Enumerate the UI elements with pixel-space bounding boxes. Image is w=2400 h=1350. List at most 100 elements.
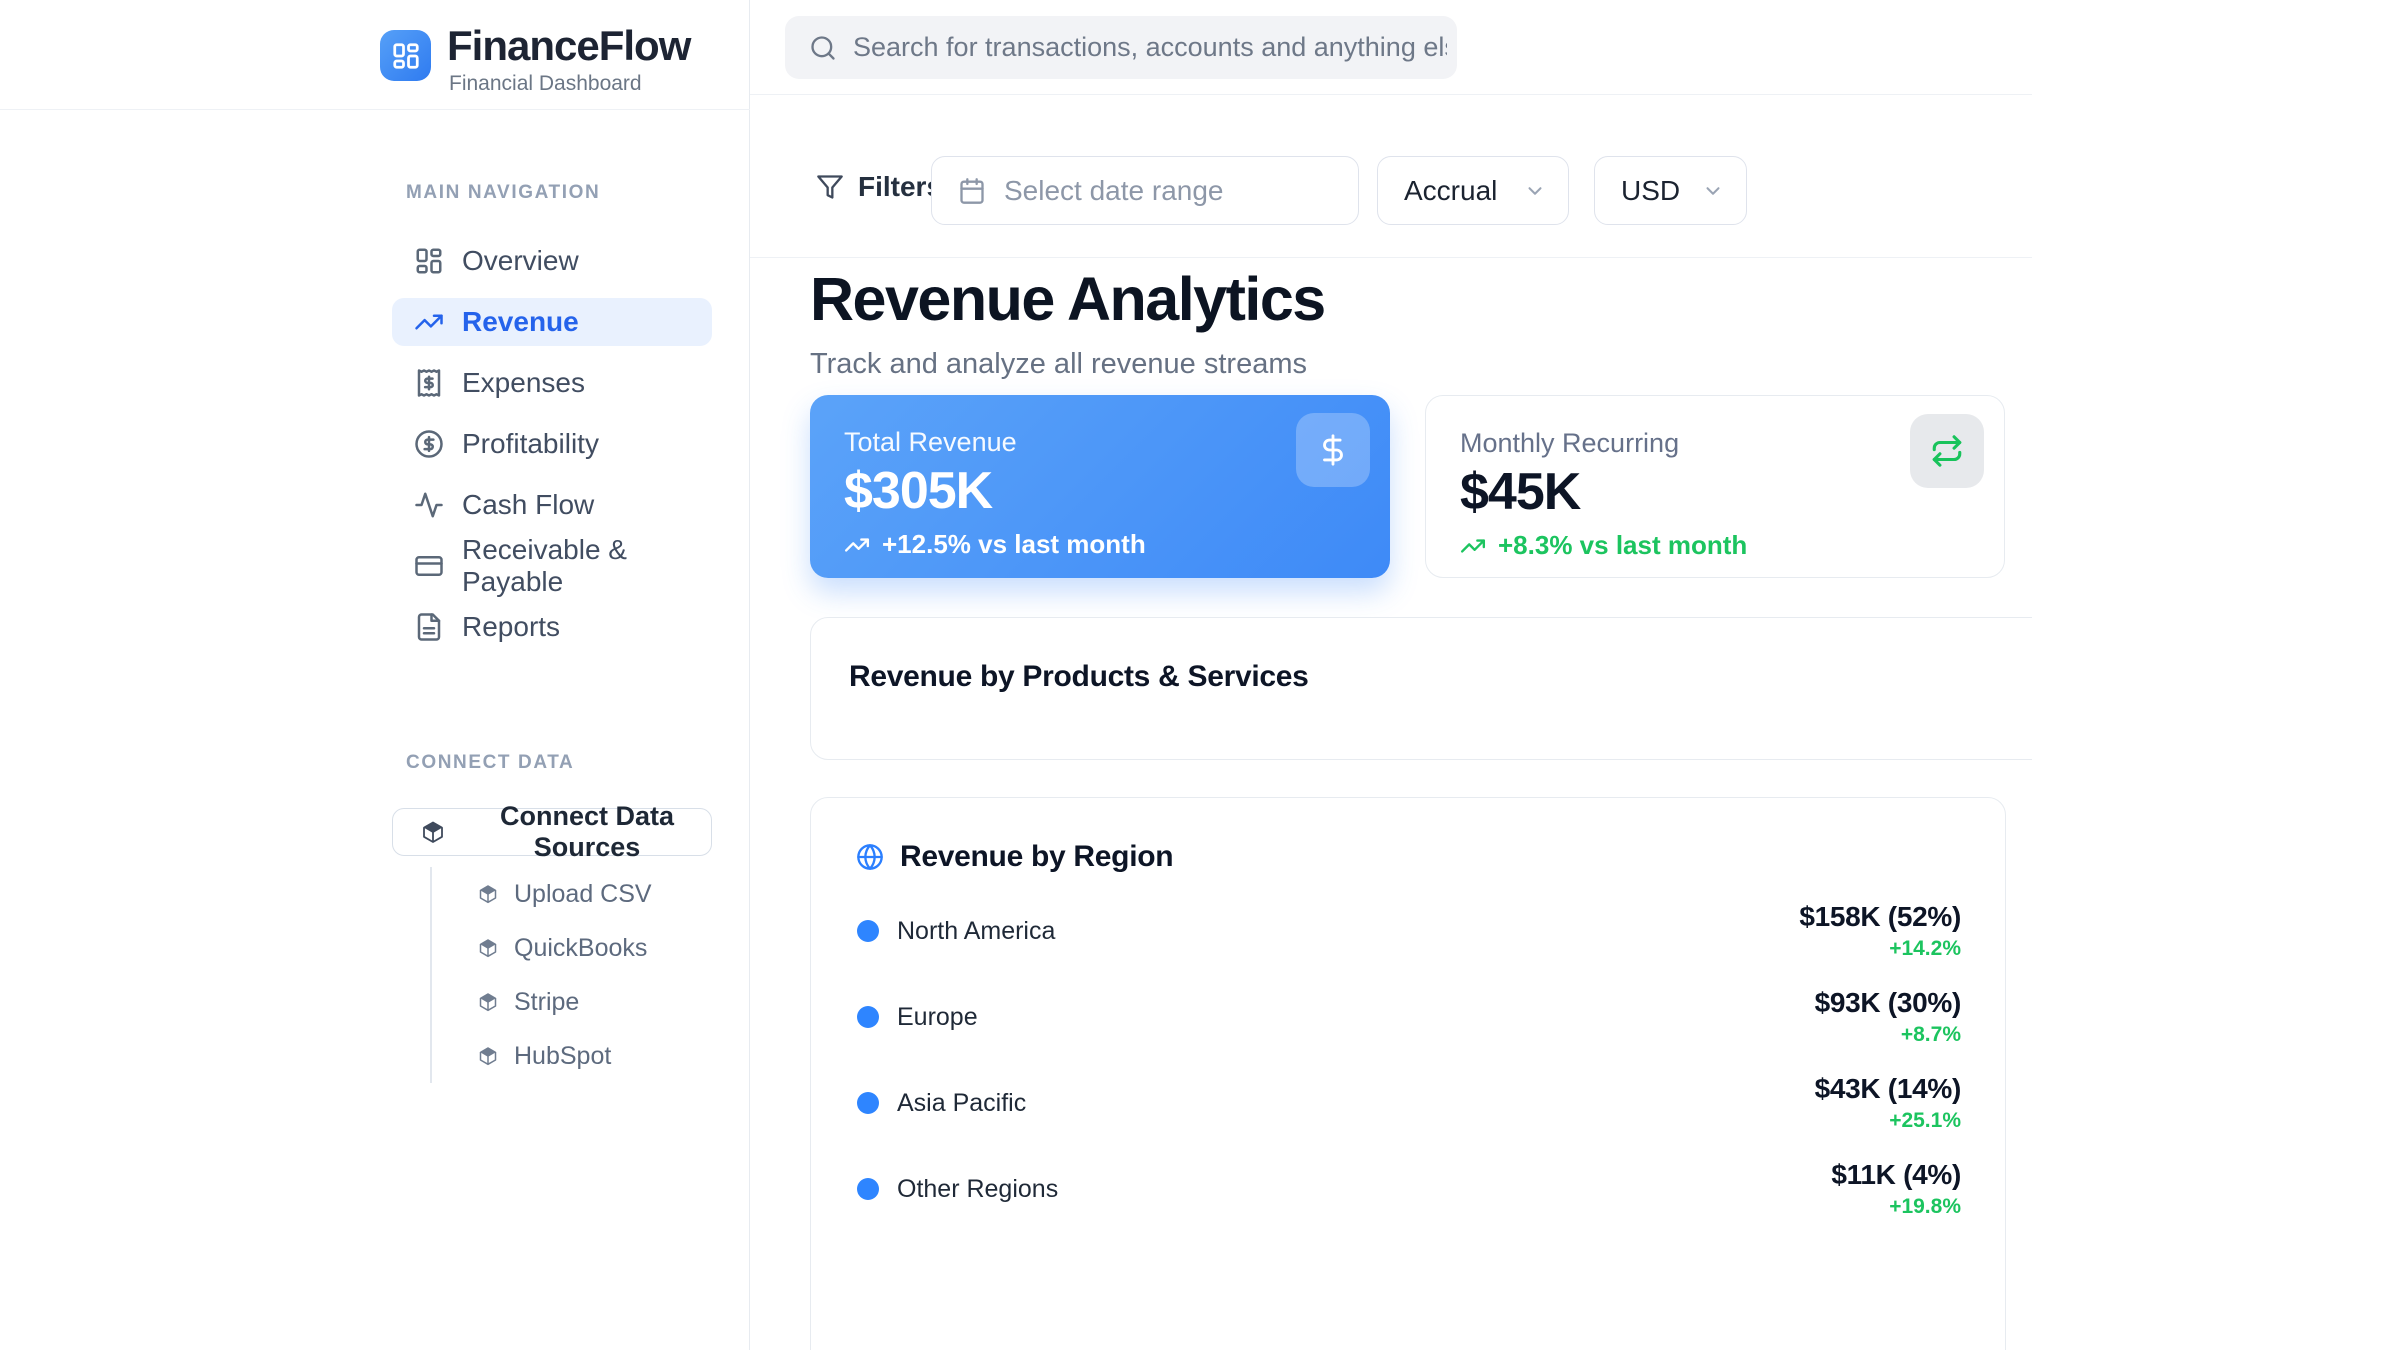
connect-section-label: CONNECT DATA: [406, 752, 574, 774]
brand-name: FinanceFlow: [447, 22, 690, 70]
trending-up-icon: [414, 307, 444, 337]
app-logo: [380, 30, 431, 81]
sidebar-item-overview[interactable]: Overview: [392, 237, 712, 285]
connect-item-upload-csv[interactable]: Upload CSV: [432, 867, 712, 921]
dollar-sign-icon: [1316, 433, 1350, 467]
nav-section-label: MAIN NAVIGATION: [406, 182, 600, 204]
file-text-icon: [414, 612, 444, 642]
receipt-icon: [414, 368, 444, 398]
chevron-down-icon: [1702, 180, 1724, 202]
connect-data-sources-button[interactable]: Connect Data Sources: [392, 808, 712, 856]
region-name: Asia Pacific: [897, 1089, 1026, 1118]
accounting-basis-value: Accrual: [1404, 175, 1497, 207]
connect-item-label: Stripe: [514, 988, 579, 1017]
total-revenue-card: Total Revenue $305K +12.5% vs last month: [810, 395, 1390, 578]
region-name: North America: [897, 917, 1055, 946]
products-card-title: Revenue by Products & Services: [849, 660, 1309, 694]
region-row-other-regions: Other Regions $11K (4%) +19.8%: [811, 1154, 2005, 1224]
calendar-icon: [958, 177, 986, 205]
currency-select[interactable]: USD: [1594, 156, 1747, 225]
region-row-asia-pacific: Asia Pacific $43K (14%) +25.1%: [811, 1068, 2005, 1138]
sidebar-item-revenue[interactable]: Revenue: [392, 298, 712, 346]
accounting-basis-select[interactable]: Accrual: [1377, 156, 1569, 225]
search-input[interactable]: [853, 32, 1447, 63]
sidebar-item-label: Reports: [462, 611, 560, 643]
trending-up-icon: [844, 532, 870, 558]
sidebar-item-profitability[interactable]: Profitability: [392, 420, 712, 468]
date-range-field[interactable]: [931, 156, 1359, 225]
cube-icon: [478, 938, 498, 958]
date-range-input[interactable]: [1004, 175, 1338, 207]
region-value: $11K (4%): [1831, 1158, 1961, 1192]
sidebar-item-reports[interactable]: Reports: [392, 603, 712, 651]
monthly-recurring-card: Monthly Recurring $45K +8.3% vs last mon…: [1425, 395, 2005, 578]
connect-item-label: QuickBooks: [514, 934, 647, 963]
sidebar-item-label: Revenue: [462, 306, 579, 338]
sidebar-item-expenses[interactable]: Expenses: [392, 359, 712, 407]
layout-dashboard-icon: [414, 246, 444, 276]
activity-icon: [414, 490, 444, 520]
repeat-badge: [1910, 414, 1984, 488]
region-dot: [857, 1178, 879, 1200]
region-row-europe: Europe $93K (30%) +8.7%: [811, 982, 2005, 1052]
cube-icon: [421, 820, 445, 844]
connect-sources-list: Upload CSV QuickBooks Stripe HubSpot: [430, 867, 712, 1083]
region-value: $93K (30%): [1815, 986, 1961, 1020]
layout-dashboard-icon: [391, 41, 421, 71]
connect-button-label: Connect Data Sources: [463, 801, 711, 863]
region-card-title: Revenue by Region: [900, 840, 1173, 874]
region-dot: [857, 1006, 879, 1028]
sidebar: FinanceFlow Financial Dashboard MAIN NAV…: [0, 0, 750, 1350]
brand-tagline: Financial Dashboard: [449, 72, 642, 96]
sidebar-item-receivable-payable[interactable]: Receivable & Payable: [392, 542, 712, 590]
sidebar-item-label: Cash Flow: [462, 489, 594, 521]
region-row-north-america: North America $158K (52%) +14.2%: [811, 896, 2005, 966]
region-delta: +8.7%: [1815, 1022, 1961, 1048]
region-name: Other Regions: [897, 1175, 1058, 1204]
connect-item-quickbooks[interactable]: QuickBooks: [432, 921, 712, 975]
global-search[interactable]: [785, 16, 1457, 79]
connect-item-hubspot[interactable]: HubSpot: [432, 1029, 712, 1083]
sidebar-item-cash-flow[interactable]: Cash Flow: [392, 481, 712, 529]
search-icon: [809, 34, 837, 62]
region-delta: +14.2%: [1799, 936, 1961, 962]
cube-icon: [478, 884, 498, 904]
cube-icon: [478, 1046, 498, 1066]
funnel-icon: [816, 173, 844, 201]
sidebar-header: FinanceFlow Financial Dashboard: [0, 0, 750, 110]
circle-dollar-icon: [414, 429, 444, 459]
stat-label: Monthly Recurring: [1460, 428, 1679, 459]
repeat-icon: [1930, 434, 1964, 468]
stat-value: $45K: [1460, 462, 1580, 522]
trending-up-icon: [1460, 533, 1486, 559]
filters-label: Filters: [858, 171, 942, 203]
stat-value: $305K: [844, 461, 992, 521]
filter-bar: Filters Accrual USD: [750, 95, 2032, 258]
cube-icon: [478, 992, 498, 1012]
stat-delta: +12.5% vs last month: [844, 529, 1146, 560]
credit-card-icon: [414, 551, 444, 581]
region-dot: [857, 1092, 879, 1114]
chevron-down-icon: [1524, 180, 1546, 202]
region-value: $43K (14%): [1815, 1072, 1961, 1106]
dollar-badge: [1296, 413, 1370, 487]
sidebar-item-label: Expenses: [462, 367, 585, 399]
sidebar-item-label: Receivable & Payable: [462, 534, 712, 598]
region-list: North America $158K (52%) +14.2% Europe …: [811, 896, 2005, 1240]
sidebar-item-label: Profitability: [462, 428, 599, 460]
sidebar-item-label: Overview: [462, 245, 579, 277]
revenue-by-region-card: Revenue by Region North America $158K (5…: [810, 797, 2006, 1350]
filters-toggle[interactable]: Filters: [816, 171, 942, 203]
top-bar: [750, 0, 2032, 95]
region-value: $158K (52%): [1799, 900, 1961, 934]
connect-item-stripe[interactable]: Stripe: [432, 975, 712, 1029]
region-name: Europe: [897, 1003, 978, 1032]
revenue-by-products-card: Revenue by Products & Services: [810, 617, 2032, 760]
page-title: Revenue Analytics: [810, 264, 1325, 334]
app-window: FinanceFlow Financial Dashboard MAIN NAV…: [0, 0, 2032, 1350]
region-delta: +25.1%: [1815, 1108, 1961, 1134]
main-content: Filters Accrual USD Revenue Analytics Tr…: [750, 0, 2032, 1350]
page-subtitle: Track and analyze all revenue streams: [810, 348, 1307, 381]
connect-item-label: Upload CSV: [514, 880, 652, 909]
stat-delta-text: +8.3% vs last month: [1498, 530, 1747, 561]
